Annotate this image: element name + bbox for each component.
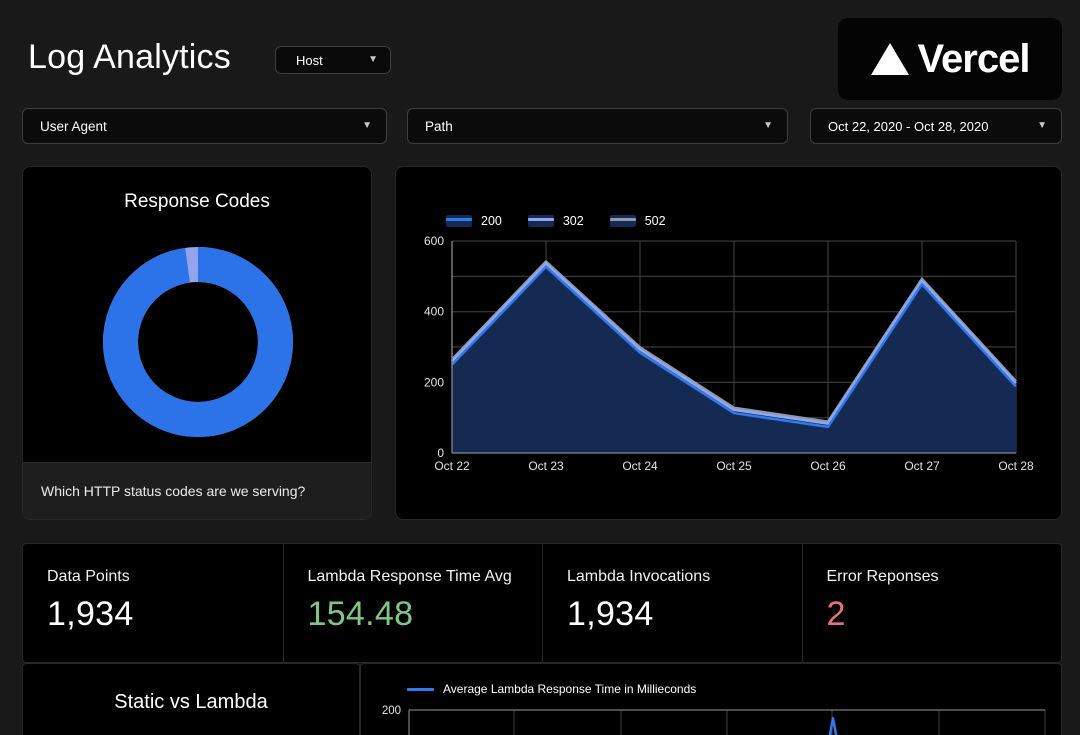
stat-card-lambda-invocations: Lambda Invocations 1,934 [542,544,802,662]
x-tick-oct26: Oct 26 [810,459,846,473]
user-agent-dropdown[interactable]: User Agent ▼ [22,108,387,144]
chevron-down-icon: ▼ [368,55,378,65]
x-tick-oct28: Oct 28 [998,459,1034,473]
date-range-label: Oct 22, 2020 - Oct 28, 2020 [828,119,988,134]
vercel-triangle-icon [871,43,909,75]
static-vs-lambda-title: Static vs Lambda [23,691,359,714]
y-tick-200: 200 [424,375,444,389]
status-codes-area-chart[interactable]: 600 400 200 0 Oct 22 Oct 23 Oct 24 Oct 2… [396,167,1062,520]
host-dropdown[interactable]: Host ▼ [275,46,391,74]
path-dropdown-label: Path [425,119,453,134]
host-dropdown-label: Host [296,53,323,68]
stat-label: Lambda Invocations [567,568,802,586]
lambda-response-time-chart[interactable]: 200 [361,664,1062,735]
stat-value: 154.48 [308,595,543,634]
status-codes-chart-card: 200 302 502 [395,166,1062,520]
response-codes-card: Response Codes Which HTTP status codes a… [22,166,372,520]
chevron-down-icon: ▼ [1037,121,1047,131]
path-dropdown[interactable]: Path ▼ [407,108,788,144]
vercel-logo-text: Vercel [918,37,1030,82]
stat-value: 2 [827,595,1062,634]
log-analytics-dashboard: Log Analytics Host ▼ Vercel User Agent ▼… [0,0,1080,735]
x-tick-oct22: Oct 22 [434,459,470,473]
chevron-down-icon: ▼ [763,121,773,131]
x-tick-oct25: Oct 25 [716,459,752,473]
stat-value: 1,934 [47,595,283,634]
stat-card-error-responses: Error Reponses 2 [802,544,1062,662]
x-tick-oct23: Oct 23 [528,459,564,473]
chevron-down-icon: ▼ [362,121,372,131]
static-vs-lambda-card: Static vs Lambda [22,663,360,735]
y-tick-600: 600 [424,234,444,248]
lambda-y-tick-200: 200 [382,705,401,717]
response-codes-caption: Which HTTP status codes are we serving? [23,462,371,519]
stat-value: 1,934 [567,595,802,634]
stats-row: Data Points 1,934 Lambda Response Time A… [22,543,1062,663]
stat-card-data-points: Data Points 1,934 [23,544,283,662]
stat-label: Error Reponses [827,568,1062,586]
response-codes-donut-chart[interactable] [23,167,372,465]
y-tick-0: 0 [437,446,444,460]
vercel-logo: Vercel [838,18,1062,100]
x-tick-oct27: Oct 27 [904,459,940,473]
stat-label: Data Points [47,568,283,586]
date-range-dropdown[interactable]: Oct 22, 2020 - Oct 28, 2020 ▼ [810,108,1062,144]
y-tick-400: 400 [424,305,444,319]
user-agent-dropdown-label: User Agent [40,119,107,134]
page-title: Log Analytics [28,38,231,77]
stat-label: Lambda Response Time Avg [308,568,543,586]
x-tick-oct24: Oct 24 [622,459,658,473]
lambda-response-time-chart-card: Average Lambda Response Time in Millieco… [360,663,1062,735]
stat-card-lambda-response-time: Lambda Response Time Avg 154.48 [283,544,543,662]
